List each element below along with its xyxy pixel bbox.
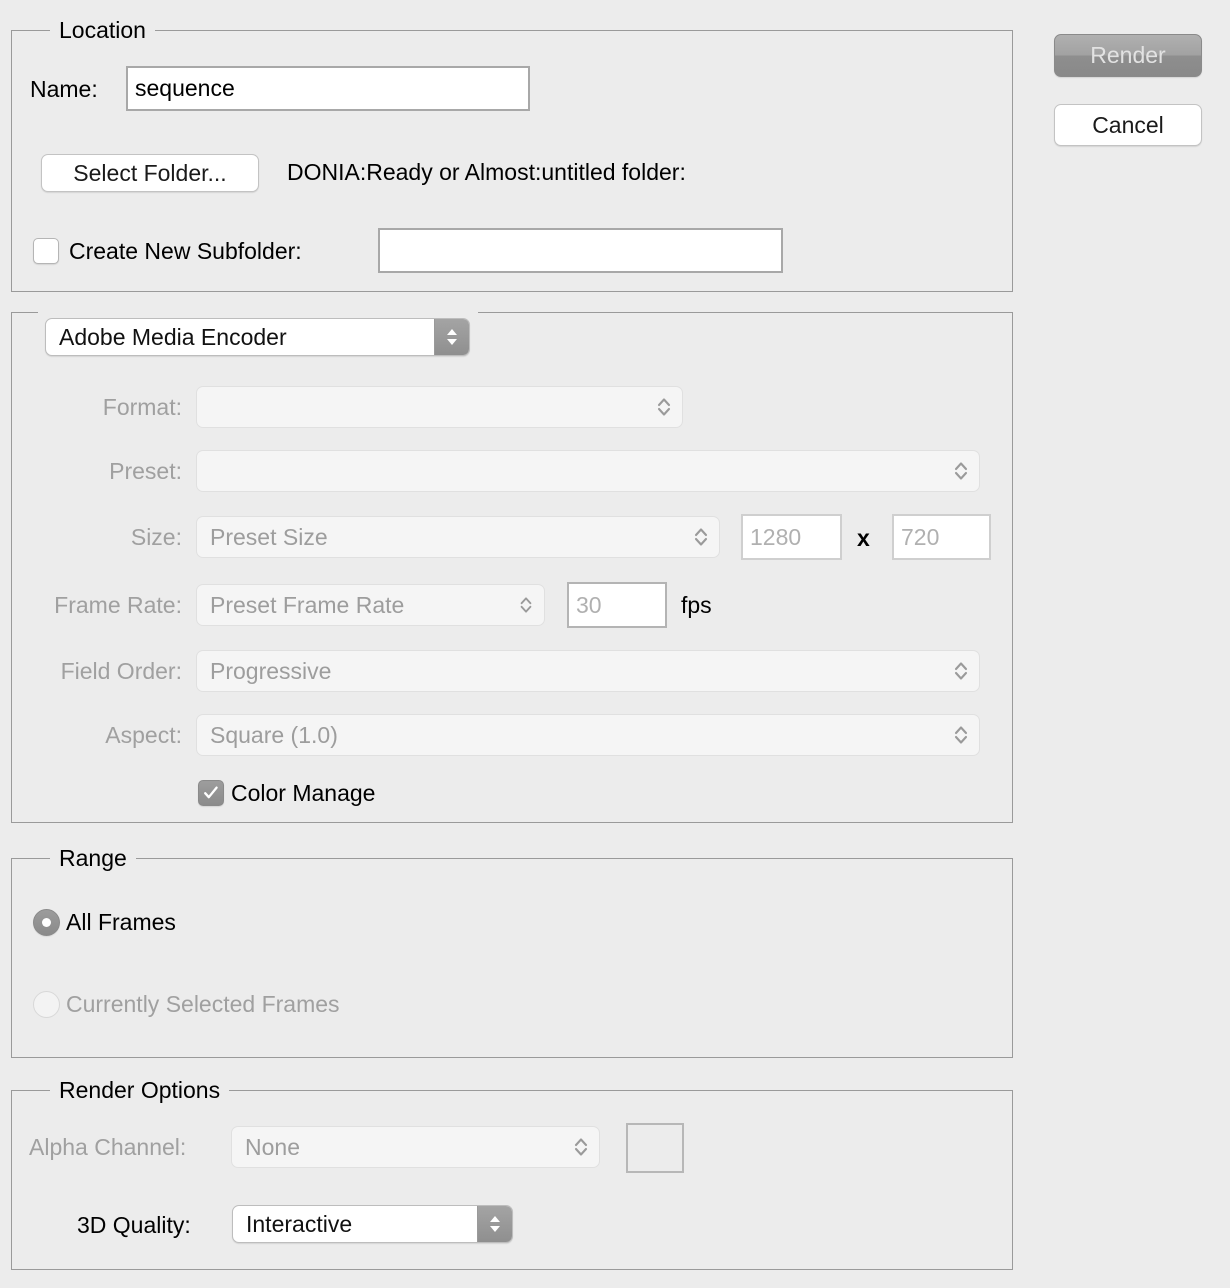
frame-rate-value: Preset Frame Rate [210, 591, 405, 618]
color-manage-checkbox[interactable] [198, 780, 224, 806]
name-input[interactable]: sequence [126, 66, 530, 111]
chevron-updown-icon [943, 658, 979, 684]
output-path-text: DONIA:Ready or Almost:untitled folder: [287, 159, 686, 185]
cancel-button[interactable]: Cancel [1054, 104, 1202, 146]
width-input: 1280 [741, 514, 842, 560]
3d-quality-value: Interactive [246, 1210, 353, 1237]
chevron-updown-icon [943, 458, 979, 484]
3d-quality-label: 3D Quality: [77, 1212, 191, 1238]
chevron-updown-icon [943, 722, 979, 748]
format-popup [196, 386, 683, 428]
name-label: Name: [30, 76, 98, 102]
render-options-legend: Render Options [50, 1076, 230, 1104]
frame-rate-popup: Preset Frame Rate [196, 584, 545, 626]
fps-unit-label: fps [681, 592, 712, 618]
render-settings-dialog: Render Cancel Location Name: sequence Se… [0, 0, 1230, 1288]
chevron-updown-icon [563, 1134, 599, 1160]
output-module-popup[interactable]: Adobe Media Encoder [45, 318, 470, 356]
aspect-label: Aspect: [105, 722, 182, 748]
format-label: Format: [102, 394, 182, 420]
3d-quality-popup[interactable]: Interactive [232, 1205, 513, 1243]
chevron-updown-icon [646, 394, 682, 420]
alpha-channel-label: Alpha Channel: [29, 1134, 187, 1160]
checkmark-icon [204, 786, 218, 799]
size-separator-label: x [857, 525, 870, 551]
select-folder-button[interactable]: Select Folder... [41, 154, 259, 192]
size-value: Preset Size [210, 523, 328, 550]
alpha-channel-popup: None [231, 1126, 600, 1168]
chevron-updown-icon [477, 1206, 512, 1242]
frame-rate-label: Frame Rate: [54, 592, 182, 618]
size-popup: Preset Size [196, 516, 720, 558]
size-label: Size: [130, 524, 182, 550]
color-manage-label: Color Manage [231, 780, 376, 806]
preset-popup [196, 450, 980, 492]
create-subfolder-checkbox[interactable] [33, 238, 59, 264]
aspect-value: Square (1.0) [210, 721, 338, 748]
aspect-popup: Square (1.0) [196, 714, 980, 756]
render-button[interactable]: Render [1054, 34, 1202, 77]
range-group: Range [11, 844, 1013, 1058]
preset-label: Preset: [109, 458, 182, 484]
chevron-updown-icon [683, 524, 719, 550]
render-options-group: Render Options [11, 1076, 1013, 1270]
output-module-value: Adobe Media Encoder [59, 323, 287, 350]
range-legend: Range [50, 844, 136, 872]
alpha-color-swatch [626, 1123, 684, 1173]
field-order-label: Field Order: [60, 658, 182, 684]
field-order-value: Progressive [210, 657, 332, 684]
create-subfolder-label: Create New Subfolder: [69, 238, 302, 264]
alpha-channel-value: None [245, 1133, 300, 1160]
chevron-updown-icon [434, 319, 469, 355]
field-order-popup: Progressive [196, 650, 980, 692]
currently-selected-frames-label: Currently Selected Frames [66, 991, 340, 1017]
chevron-updown-icon [508, 593, 544, 617]
all-frames-label: All Frames [66, 909, 176, 935]
height-input: 720 [892, 514, 991, 560]
subfolder-input[interactable] [378, 228, 783, 273]
radio-currently-selected-frames [33, 991, 60, 1018]
location-legend: Location [50, 16, 155, 44]
fps-input: 30 [567, 582, 667, 628]
radio-all-frames[interactable] [33, 909, 60, 936]
